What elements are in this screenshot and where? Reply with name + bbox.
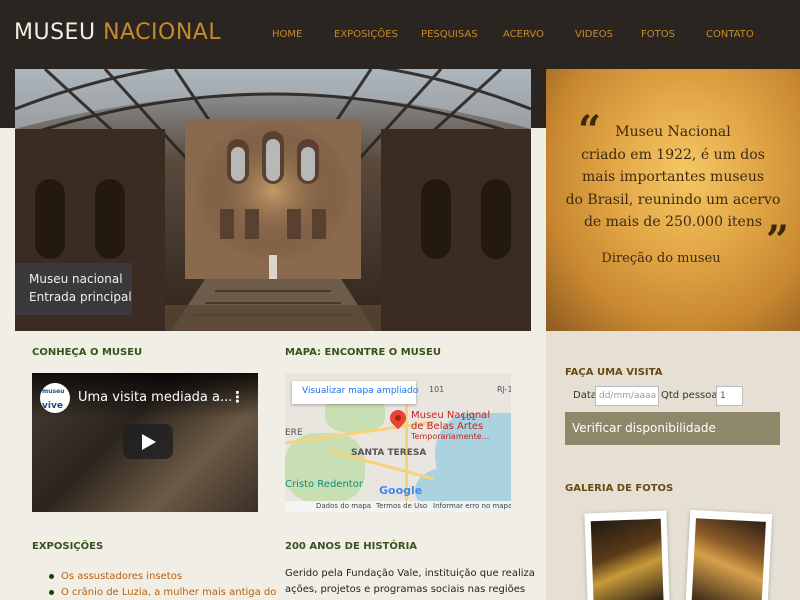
main-nav: HOME EXPOSIÇÕES PESQUISAS ACERVO VIDEOS … [0, 29, 800, 43]
map-place-name: Museu Nacional de Belas Artes [411, 410, 490, 432]
list-item[interactable]: O crânio de Luzia, a mulher mais antiga … [49, 585, 276, 600]
visit-title: FAÇA UMA VISITA [565, 367, 663, 378]
visit-form: Data dd/mm/aaaa Qtd pessoas 1 [573, 386, 793, 406]
view-larger-map-link[interactable]: Visualizar mapa ampliado [292, 381, 418, 404]
list-item[interactable]: Os assustadores insetos [49, 569, 276, 585]
road-number: RJ-1 [497, 385, 511, 394]
date-label: Data [573, 390, 597, 401]
channel-avatar[interactable]: museu vive [40, 383, 70, 413]
map-place-status: Temporariamente... [411, 432, 490, 441]
nav-exposicoes[interactable]: EXPOSIÇÕES [334, 29, 398, 40]
gallery-title: GALERIA DE FOTOS [565, 483, 674, 494]
video-title[interactable]: Uma visita mediada a... [78, 390, 232, 405]
section-title-exposicoes: EXPOSIÇÕES [32, 541, 104, 552]
nav-videos[interactable]: VIDEOS [575, 29, 613, 40]
quote-line: de mais de 250.000 itens [583, 214, 763, 230]
map-data-link[interactable]: Dados do mapa [316, 502, 371, 510]
map-report-link[interactable]: Informar erro no mapa [433, 502, 511, 510]
map-terms-link[interactable]: Termos de Uso [376, 502, 427, 510]
quote-panel: “ Museu Nacional criado em 1922, é um do… [546, 69, 800, 331]
hero-caption-title: Museu nacional [29, 272, 123, 286]
quote-line: criado em 1922, é um dos [581, 146, 765, 163]
google-wordmark: Google [379, 484, 423, 497]
map-poi-label: Cristo Redentor [285, 479, 363, 490]
video-embed[interactable]: museu vive Uma visita mediada a... ⋮ [32, 373, 258, 512]
map-embed[interactable]: Visualizar mapa ampliado 101 101 RJ-1 ER… [285, 373, 511, 512]
map-footer: Dados do mapa Termos de Uso Informar err… [285, 501, 511, 512]
date-input[interactable]: dd/mm/aaaa [595, 386, 659, 406]
map-park-area [285, 433, 365, 503]
hero-image: Museu nacional Entrada principal [15, 69, 531, 331]
play-button[interactable] [123, 424, 173, 459]
section-title-mapa: MAPA: ENCONTRE O MUSEU [285, 347, 441, 358]
quote-line: mais importantes museus [581, 169, 765, 185]
map-edge-label: ERE [285, 428, 303, 438]
section-title-historia: 200 ANOS DE HISTÓRIA [285, 541, 418, 552]
quote-text: Museu Nacional criado em 1922, é um dos … [546, 121, 800, 234]
channel-name-top: museu [42, 388, 65, 395]
qty-label: Qtd pessoas [661, 390, 723, 401]
channel-name-bottom: vive [42, 401, 63, 411]
more-options-icon[interactable]: ⋮ [230, 388, 245, 406]
quote-line: do Brasil, reunindo um acervo [565, 191, 781, 208]
nav-fotos[interactable]: FOTOS [641, 29, 675, 40]
google-logo: Google [379, 484, 422, 497]
historia-line: ações, projetos e programas sociais nas … [285, 584, 526, 595]
sidebar: FAÇA UMA VISITA Data dd/mm/aaaa Qtd pess… [546, 331, 800, 600]
historia-text: Gerido pela Fundação Vale, instituição q… [285, 566, 535, 598]
nav-contato[interactable]: CONTATO [706, 29, 754, 40]
map-area-label: SANTA TERESA [351, 448, 427, 458]
nav-home[interactable]: HOME [272, 29, 302, 40]
hero-caption-subtitle: Entrada principal [29, 290, 132, 304]
play-icon [142, 434, 156, 450]
nav-acervo[interactable]: ACERVO [503, 29, 544, 40]
place-name-line2: de Belas Artes [411, 421, 484, 432]
verify-availability-button[interactable]: Verificar disponibilidade [565, 412, 780, 445]
place-name-line1: Museu Nacional [411, 410, 491, 421]
section-title-conheca: CONHEÇA O MUSEU [32, 347, 143, 358]
quote-line: Museu Nacional [615, 124, 731, 140]
historia-line: Gerido pela Fundação Vale, instituição q… [285, 568, 535, 579]
hero-caption: Museu nacional Entrada principal [15, 263, 132, 315]
exposicoes-list: Os assustadores insetos O crânio de Luzi… [49, 569, 276, 600]
gallery-photo[interactable] [685, 509, 773, 600]
road-number: 101 [429, 385, 445, 394]
qty-input[interactable]: 1 [716, 386, 743, 406]
gallery-photo[interactable] [584, 510, 670, 600]
nav-pesquisas[interactable]: PESQUISAS [421, 29, 478, 40]
quote-signature: Direção do museu [601, 251, 721, 266]
